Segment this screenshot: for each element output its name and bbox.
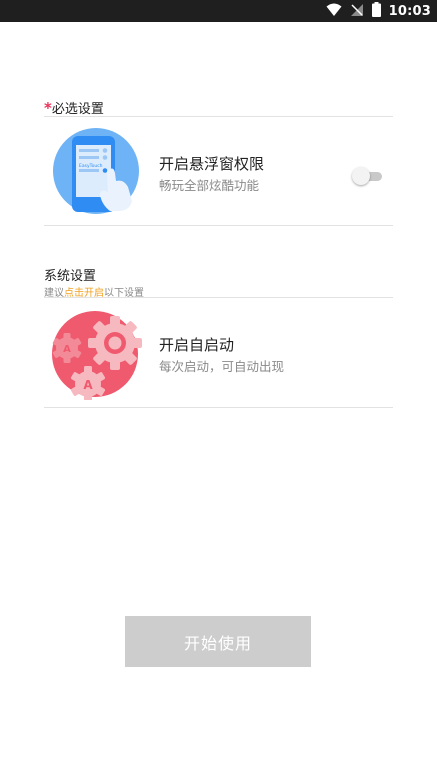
battery-icon	[371, 1, 381, 21]
required-star: *	[44, 99, 52, 117]
gear-letter-bottom: A	[83, 378, 93, 392]
divider	[44, 407, 393, 408]
auto-start-title: 开启自启动	[159, 336, 235, 354]
floating-window-toggle[interactable]	[352, 167, 384, 185]
start-button[interactable]: 开始使用	[125, 616, 311, 667]
gear-letter-left: A	[63, 344, 71, 355]
divider	[44, 225, 393, 226]
status-icons: 10:03	[326, 1, 431, 21]
floating-window-description: 畅玩全部炫酷功能	[159, 178, 260, 193]
status-bar: 10:03	[0, 0, 437, 22]
floating-window-title: 开启悬浮窗权限	[159, 155, 265, 173]
required-section-title: *必选设置	[44, 98, 104, 117]
status-time: 10:03	[388, 3, 431, 19]
auto-start-row[interactable]: A A 开启自启动 每次启动，可自动出现	[44, 298, 393, 406]
gears-illustration-icon: A A	[52, 310, 146, 404]
easytouch-label: EasyTouch	[79, 163, 103, 169]
system-section-title: 系统设置	[44, 269, 97, 284]
no-signal-icon	[350, 2, 364, 21]
auto-start-description: 每次启动，可自动出现	[159, 359, 285, 374]
floating-window-illustration-icon: EasyTouch	[52, 127, 140, 219]
floating-window-permission-row[interactable]: EasyTouch 开启悬浮窗权限 畅玩全部炫酷功能	[44, 117, 393, 225]
required-section-label: 必选设置	[51, 102, 104, 117]
toggle-knob	[352, 167, 370, 185]
wifi-icon	[326, 2, 342, 21]
